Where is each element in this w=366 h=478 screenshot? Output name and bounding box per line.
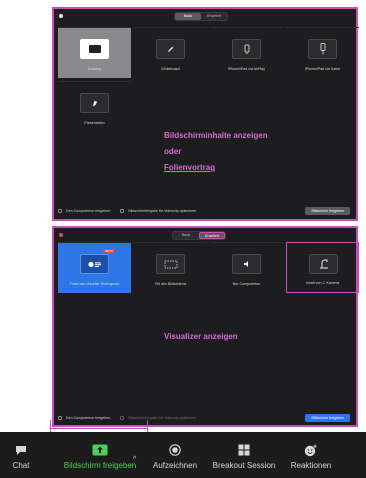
- keynote-icon: [80, 93, 109, 113]
- share-option-airplay[interactable]: iPhone/iPad via AirPlay: [210, 27, 283, 78]
- checkbox-label: Bildschirmfreigabe für Videoclip optimie…: [128, 416, 197, 420]
- speaker-icon: [232, 254, 261, 274]
- option-label: Folien als virtueller Hintergrund: [69, 282, 120, 286]
- share-screen-button[interactable]: Bildschirm freigeben: [305, 207, 350, 215]
- close-icon[interactable]: [59, 233, 63, 237]
- chat-icon: [15, 444, 27, 456]
- breakout-grid-icon: [238, 444, 250, 456]
- share-option-whiteboard[interactable]: Whiteboard: [134, 27, 207, 78]
- breakout-session-label: Breakout Session: [212, 461, 276, 470]
- slides-icon: [80, 254, 109, 274]
- pencil-icon: [156, 39, 185, 59]
- share-option-screen-portion[interactable]: Teil des Bildschirms: [134, 242, 207, 293]
- camera-icon: [309, 254, 338, 274]
- tab-basic[interactable]: Basic: [175, 13, 201, 20]
- share-option-second-camera[interactable]: Inhalt von 2. Kamera: [286, 242, 359, 293]
- tab-switcher: Basic Erweitert: [174, 12, 228, 21]
- annotation-text: Visualizer anzeigen: [164, 332, 238, 342]
- option-label: Inhalt von 2. Kamera: [305, 281, 340, 285]
- option-label: iPhone/iPad via Kabel: [304, 67, 341, 71]
- share-sound-checkbox[interactable]: [58, 416, 62, 420]
- annotation-line: Folienvortrag: [164, 163, 216, 172]
- cable-icon: [308, 39, 337, 59]
- share-options-grid: BETA Folien als virtueller Hintergrund T…: [54, 242, 359, 308]
- share-dialog-basic: Basic Erweitert Desktop Whiteboard iPhon…: [52, 7, 359, 221]
- record-label: Aufzeichnen: [152, 461, 198, 470]
- desktop-icon: [80, 39, 109, 59]
- screen-portion-icon: [156, 254, 185, 274]
- chat-button[interactable]: Chat: [6, 432, 36, 478]
- option-label: iPhone/iPad via AirPlay: [227, 67, 266, 71]
- share-footer: Den Computerton freigeben Bildschirmfrei…: [58, 414, 350, 422]
- annotation-line: Visualizer anzeigen: [164, 332, 238, 341]
- share-option-desktop[interactable]: Desktop: [58, 27, 131, 78]
- tab-advanced[interactable]: Erweitert: [199, 232, 225, 239]
- option-label: Teil des Bildschirms: [154, 282, 187, 286]
- iphone-icon: [232, 39, 261, 59]
- chevron-up-icon[interactable]: ^: [133, 456, 136, 463]
- optimize-video-checkbox[interactable]: [120, 416, 125, 420]
- reactions-label: Reaktionen: [290, 461, 332, 470]
- share-footer: Den Computerton freigeben Bildschirmfrei…: [58, 207, 350, 215]
- option-label: Desktop: [87, 67, 102, 71]
- option-label: Nur Computerton: [232, 282, 261, 286]
- share-screen-label: Bildschirm freigeben: [63, 461, 137, 470]
- breakout-session-button[interactable]: Breakout Session: [209, 432, 279, 478]
- reactions-button[interactable]: Reaktionen: [288, 432, 334, 478]
- share-screen-toolbar-button[interactable]: Bildschirm freigeben: [58, 432, 142, 478]
- share-options-grid: Desktop Whiteboard iPhone/iPad via AirPl…: [54, 27, 359, 137]
- checkbox-label: Bildschirmfreigabe für Videoclip optimie…: [128, 209, 197, 213]
- tab-advanced[interactable]: Erweitert: [201, 13, 227, 20]
- beta-badge: BETA: [103, 249, 115, 253]
- share-dialog-advanced: Basic Erweitert BETA Folien als virtuell…: [52, 226, 359, 427]
- share-option-presentation[interactable]: Presentation: [58, 81, 131, 132]
- optimize-video-checkbox[interactable]: [120, 209, 125, 213]
- share-option-cable[interactable]: iPhone/iPad via Kabel: [286, 27, 359, 78]
- annotation-line: Bildschirminhalte anzeigen: [164, 131, 268, 140]
- option-label: Presentation: [84, 121, 105, 125]
- reaction-emoji-icon: [304, 444, 318, 456]
- share-option-computer-sound[interactable]: Nur Computerton: [210, 242, 283, 293]
- annotation-text: Bildschirminhalte anzeigen oder Folienvo…: [164, 131, 268, 173]
- close-icon[interactable]: [59, 14, 63, 18]
- checkbox-label: Den Computerton freigeben: [66, 209, 111, 213]
- meeting-toolbar: Chat Bildschirm freigeben Aufzeichnen Br…: [0, 432, 366, 478]
- share-option-slides-background[interactable]: BETA Folien als virtueller Hintergrund: [58, 242, 131, 293]
- tab-switcher: Basic Erweitert: [172, 231, 226, 240]
- share-sound-checkbox[interactable]: [58, 209, 62, 213]
- chat-label: Chat: [12, 461, 30, 470]
- annotation-line: oder: [164, 147, 182, 156]
- record-button[interactable]: Aufzeichnen: [150, 432, 200, 478]
- record-icon: [169, 444, 181, 456]
- tab-basic[interactable]: Basic: [173, 232, 199, 239]
- share-screen-icon: [92, 444, 108, 456]
- option-label: Whiteboard: [161, 67, 180, 71]
- annotation-line-connector: [50, 428, 148, 429]
- checkbox-label: Den Computerton freigeben: [66, 416, 111, 420]
- share-screen-button[interactable]: Bildschirm freigeben: [305, 414, 350, 422]
